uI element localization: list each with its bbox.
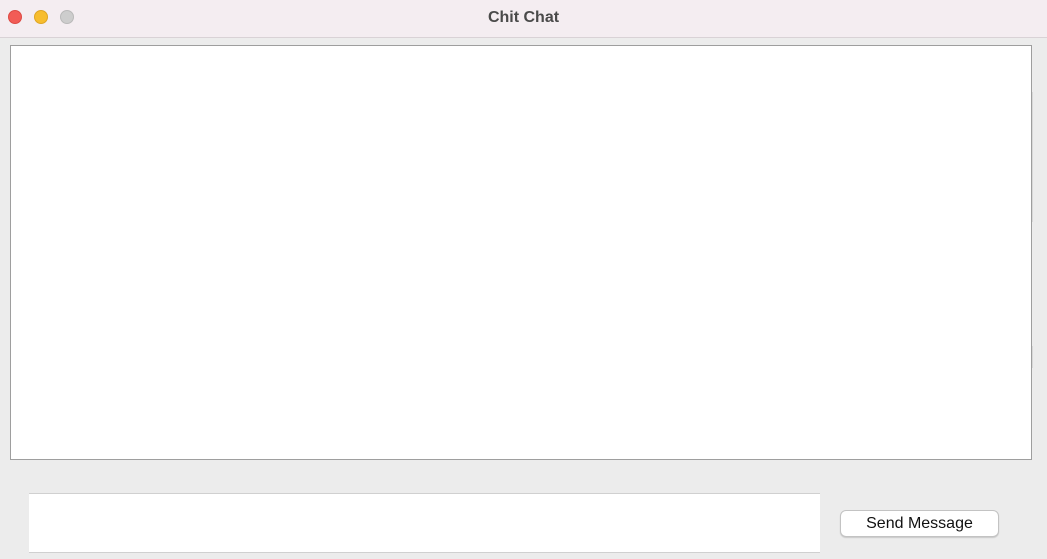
chat-log-edge-mark	[1032, 346, 1033, 368]
message-input[interactable]	[29, 493, 820, 553]
chat-log-area[interactable]	[10, 45, 1032, 460]
send-message-button[interactable]: Send Message	[840, 510, 999, 537]
window-title: Chit Chat	[487, 9, 560, 26]
chit-chat-window: Chit Chat Send Message	[0, 0, 1047, 559]
chat-log-edge-mark	[1032, 92, 1033, 222]
title-bar[interactable]: Chit Chat	[0, 0, 1047, 38]
